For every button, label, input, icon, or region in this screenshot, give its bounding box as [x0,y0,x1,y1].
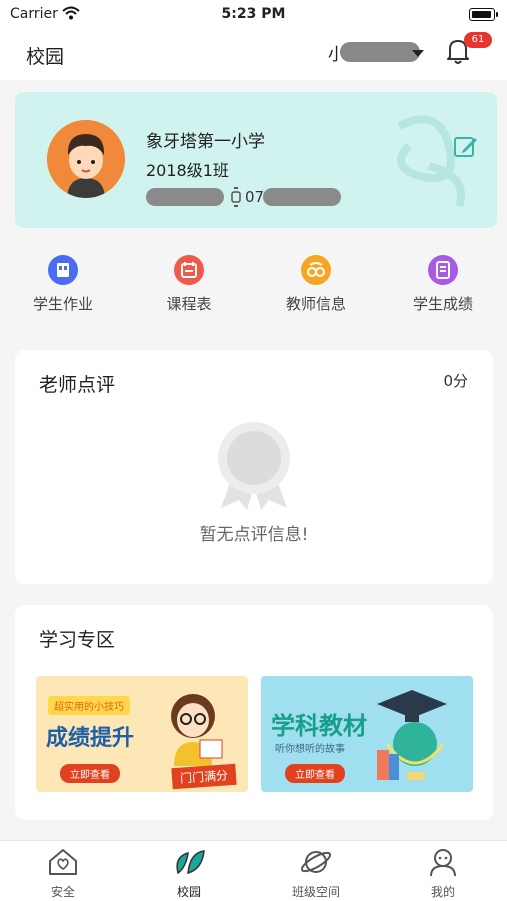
quick-action-label: 教师信息 [285,295,346,313]
leaf-icon [176,850,205,875]
glasses-icon [301,255,331,285]
medal-icon [218,422,290,510]
decoration-icon [397,115,465,208]
banner-grade-boost[interactable]: 超实用的小技巧 成绩提升 立即查看 门门满分 [36,676,248,792]
quick-action-label: 学生成绩 [412,295,473,313]
banner-headline: 学科教材 [271,712,367,740]
school-card[interactable]: 象牙塔第一小学 2018级1班 07 [15,92,497,228]
redacted-student-name [146,188,224,206]
view-now-button[interactable]: 立即查看 [285,764,345,783]
tab-campus[interactable]: 校园 [126,847,252,900]
tab-label: 班级空间 [291,885,340,899]
tab-label: 安全 [50,885,75,899]
redacted-phone [263,188,341,206]
tab-safety[interactable]: 安全 [0,847,126,900]
girl-illustration-icon [171,694,223,766]
boy-avatar-icon [47,120,125,198]
banner-textbooks[interactable]: 学科教材 听你想听的故事 立即查看 [261,676,473,792]
user-icon [430,849,456,877]
tab-bar: 安全 校园 班级空间 我的 [0,840,507,901]
watch-icon [231,187,241,207]
redacted-name [340,42,420,62]
planet-icon [300,851,332,873]
quick-action-grades[interactable]: 学生成绩 [380,255,506,314]
review-title: 老师点评 [39,374,116,396]
quick-action-label: 课程表 [166,295,212,313]
battery-icon [469,8,498,21]
quick-action-homework[interactable]: 学生作业 [0,255,126,314]
banner-ribbon: 门门满分 [171,763,237,790]
banner-tag: 超实用的小技巧 [48,696,130,715]
edit-icon[interactable] [453,134,479,160]
study-title: 学习专区 [39,629,116,651]
status-time: 5:23 PM [221,6,286,22]
view-now-button[interactable]: 立即查看 [60,764,120,783]
page-title: 校园 [26,46,65,68]
review-score: 0分 [443,372,468,390]
nav-bar: 校园 小 61 [0,28,507,80]
study-zone-card: 学习专区 超实用的小技巧 成绩提升 立即查看 门门满分 学科教材 听你想听的故事… [15,605,493,820]
tab-label: 校园 [176,885,201,899]
status-bar: Carrier 5:23 PM [0,0,507,28]
tab-mine[interactable]: 我的 [380,847,506,900]
banner-subtitle: 听你想听的故事 [275,744,345,755]
quick-action-label: 学生作业 [32,295,93,313]
teacher-review-card: 老师点评 0分 暂无点评信息! [15,350,493,584]
chevron-down-icon[interactable] [412,50,424,57]
quick-action-timetable[interactable]: 课程表 [126,255,252,314]
quick-action-teachers[interactable]: 教师信息 [253,255,379,314]
phone-prefix: 07 [245,188,265,206]
graduation-globe-icon [377,690,447,780]
banner-headline: 成绩提升 [46,726,135,751]
avatar[interactable] [47,120,125,198]
tab-label: 我的 [430,885,455,899]
class-name: 2018级1班 [146,161,229,180]
school-name: 象牙塔第一小学 [146,132,265,152]
homework-icon [48,255,78,285]
empty-state-text: 暂无点评信息! [199,525,309,545]
tab-class-space[interactable]: 班级空间 [253,847,379,900]
document-icon [428,255,458,285]
calendar-icon [174,255,204,285]
home-heart-icon [49,849,77,875]
notification-badge: 61 [464,32,492,48]
